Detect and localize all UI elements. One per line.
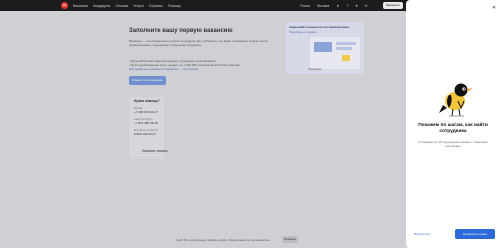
page-title: Заполните вашу первую вакансию [129, 28, 233, 34]
write-letter-link[interactable]: Написать письмо [142, 149, 168, 153]
hh-logo[interactable]: hh [61, 2, 68, 9]
promo-link[interactable]: Подробнее о сервисе [289, 30, 317, 34]
post-vacancy-button[interactable]: Разместить вакансию [129, 76, 166, 85]
contact-phone[interactable]: 8 800 100-64-27 [134, 132, 156, 136]
region-selector[interactable]: Москва [317, 4, 329, 8]
help-icon[interactable]: ? [346, 4, 348, 8]
nav-item-candidates[interactable]: Кандидаты [93, 4, 110, 8]
promo-illustration-line [336, 42, 356, 45]
skip-button[interactable]: Пропустить [414, 232, 431, 236]
star-icon[interactable]: ★ [336, 4, 339, 8]
nav-item-responses[interactable]: Отклики [115, 4, 128, 8]
panel-subtitle: И поможем до 15 подходящих резюме с откр… [418, 140, 488, 148]
promo-card[interactable]: Закрывайте вакансии оптимизировано Подро… [286, 22, 364, 74]
contact-phone[interactable]: +7 812 458-45-45 [134, 121, 158, 125]
panel-title: Покажем по шагам, как найти сотрудника [418, 123, 488, 134]
bird-illustration [439, 83, 473, 117]
intro-text: Вакансия — это объявление о поиске сотру… [129, 39, 268, 47]
nav-item-tools[interactable]: Сервисы [149, 4, 163, 8]
create-vacancy-button[interactable]: Вакансия [383, 2, 403, 9]
nav-item-help[interactable]: Помощь [168, 4, 181, 8]
main-nav: Вакансии Кандидаты Отклики Услуги Сервис… [73, 0, 181, 11]
benefits-list: • Более 60% работодателей находят сотруд… [129, 59, 284, 72]
promo-illustration-line [336, 47, 352, 50]
nav-item-services[interactable]: Услуги [133, 4, 143, 8]
messages-icon[interactable]: ✉ [365, 4, 368, 8]
promo-illustration-badge [342, 55, 350, 61]
topbar-right-tools: Поиск Москва ★ ? ♥ ✉ [300, 0, 368, 11]
favorites-icon[interactable]: ♥ [355, 4, 357, 8]
promo-caption: Подробнее [308, 68, 322, 71]
instruction-link[interactable]: Как правильно разместить вакансию — инст… [129, 67, 284, 71]
cookie-notice: Сайт hh.ru использует файлы cookie. Прод… [176, 238, 271, 242]
promo-title: Закрывайте вакансии оптимизировано [289, 25, 350, 29]
close-icon[interactable]: ✕ [492, 5, 496, 11]
search-link[interactable]: Поиск [300, 4, 310, 8]
view-steps-button[interactable]: Посмотреть шаги [455, 229, 495, 239]
promo-illustration-block [314, 42, 332, 52]
nav-item-vacancies[interactable]: Вакансии [73, 4, 88, 8]
cookie-accept-button[interactable]: Понятно [282, 236, 298, 243]
help-title: Нужна помощь? [134, 99, 160, 103]
contact-phone[interactable]: +7 495 974-64-27 [134, 110, 158, 114]
